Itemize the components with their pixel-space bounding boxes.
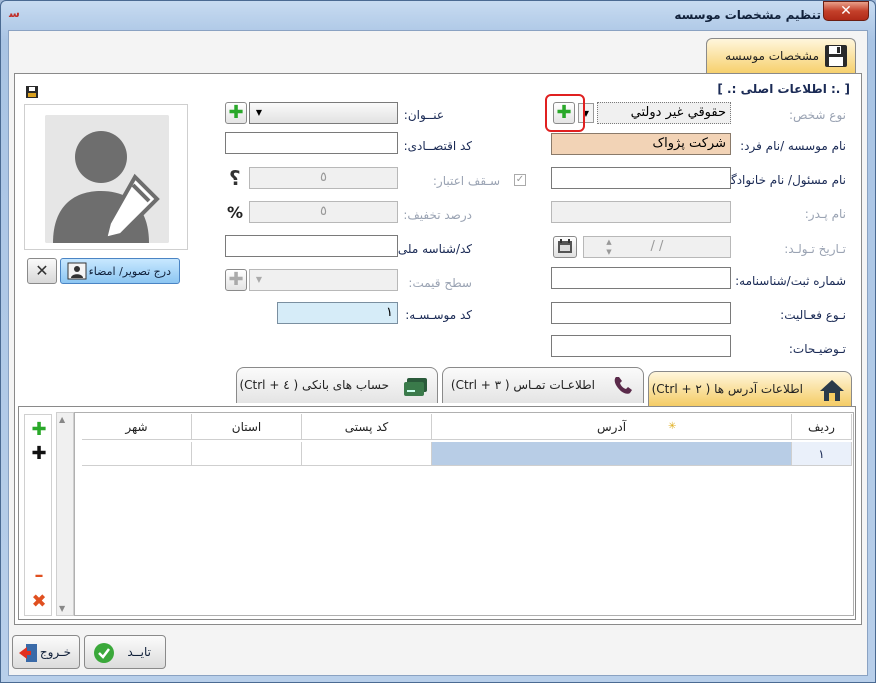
- required-marker-icon: ✳: [668, 421, 677, 432]
- grid-cell-row-number[interactable]: ١: [792, 442, 852, 466]
- price-level-select[interactable]: [249, 269, 398, 291]
- national-id-input[interactable]: [225, 235, 398, 257]
- credit-ceiling-input[interactable]: ٥: [249, 167, 398, 189]
- highlight-marker: [545, 94, 585, 132]
- add-price-level-button[interactable]: ✚: [225, 269, 247, 291]
- image-frame-icon: [67, 262, 87, 280]
- scroll-up-icon[interactable]: ▲: [59, 415, 65, 424]
- user-edit-icon: [45, 115, 169, 243]
- description-label: تـوضیـحات:: [788, 342, 846, 356]
- tab-bank-accounts[interactable]: حساب های بانکی ( ٤ + Ctrl): [236, 367, 438, 403]
- insert-image-label: درج تصویر/ امضاء: [88, 265, 171, 278]
- person-type-label: نوع شخص:: [788, 108, 846, 122]
- scroll-down-icon[interactable]: ▼: [59, 604, 65, 613]
- father-name-input[interactable]: [551, 201, 731, 223]
- title-label: عنــوان:: [403, 108, 444, 122]
- father-name-label: نام پـدر:: [804, 207, 846, 221]
- tab-contacts-label: اطلاعـات تمـاس ( ٣ + Ctrl): [450, 378, 595, 392]
- calendar-button[interactable]: [553, 236, 577, 258]
- company-name-label: نام موسسه /نام فرد:: [740, 139, 846, 153]
- calendar-icon: [558, 239, 572, 253]
- column-header-row-number[interactable]: ردیف: [792, 414, 852, 440]
- help-question-icon[interactable]: ؟: [229, 166, 241, 190]
- remove-row-icon[interactable]: –: [25, 565, 53, 587]
- home-icon: [820, 380, 844, 401]
- credit-ceiling-checkbox[interactable]: ✓: [514, 174, 526, 186]
- percent-icon: %: [227, 203, 244, 222]
- section-title: [ .: اطلاعات اصلی :. ]: [717, 82, 850, 96]
- tab-company-details[interactable]: مشخصات موسسه: [706, 38, 856, 74]
- economic-code-input[interactable]: [225, 132, 398, 154]
- registration-input[interactable]: [551, 267, 731, 289]
- save-disk-icon: [825, 45, 847, 67]
- price-level-dropdown-arrow[interactable]: ▼: [251, 270, 267, 290]
- discount-label: درصد تخفیف:: [403, 208, 472, 222]
- exit-button[interactable]: خـروج: [12, 635, 80, 669]
- grid-cell-province[interactable]: [192, 442, 302, 466]
- add-title-button[interactable]: ✚: [225, 102, 247, 124]
- title-dropdown-arrow[interactable]: ▼: [251, 103, 267, 123]
- insert-image-button[interactable]: درج تصویر/ امضاء: [60, 258, 180, 284]
- confirm-button[interactable]: تایــد: [84, 635, 166, 669]
- app-logo-icon: ﺳ: [9, 7, 20, 20]
- registration-label: شماره ثبت/شناسنامه:: [735, 274, 846, 288]
- company-name-input[interactable]: شرکت پژواک: [551, 133, 731, 155]
- company-code-input[interactable]: ١: [277, 302, 398, 324]
- activity-type-input[interactable]: [551, 302, 731, 324]
- credit-card-icon: [404, 378, 427, 396]
- check-circle-icon: [94, 643, 114, 663]
- responsible-input[interactable]: [551, 167, 731, 189]
- close-button[interactable]: ✕: [823, 1, 869, 21]
- column-header-postal-code[interactable]: کد پستی: [302, 414, 432, 440]
- national-id-label: کد/شناسه ملی:: [393, 242, 472, 256]
- remove-image-button[interactable]: ✕: [27, 258, 57, 284]
- add-row-icon[interactable]: ✚: [25, 419, 53, 441]
- exit-button-label: خـروج: [39, 645, 71, 659]
- window-title: تنظیم مشخصات موسسه: [674, 8, 821, 22]
- tab-addresses-label: اطلاعات آدرس ها ( ٢ + Ctrl): [651, 382, 803, 396]
- grid-side-toolbar: ✚ ✚ – ✖: [24, 414, 52, 616]
- column-header-city[interactable]: شهر: [82, 414, 192, 440]
- phone-icon: [614, 377, 632, 394]
- column-header-province[interactable]: استان: [192, 414, 302, 440]
- grid-cell-address[interactable]: [432, 442, 792, 466]
- delete-row-icon[interactable]: ✖: [25, 591, 53, 613]
- exit-door-icon: [19, 644, 37, 662]
- grid-cell-postal-code[interactable]: [302, 442, 432, 466]
- avatar-frame: [24, 104, 188, 250]
- economic-code-label: کد اقتصــادی:: [403, 139, 472, 153]
- title-select[interactable]: [249, 102, 398, 124]
- column-header-address-label: آدرس: [596, 420, 627, 434]
- confirm-button-label: تایــد: [127, 645, 151, 659]
- small-save-icon[interactable]: [26, 86, 38, 98]
- grid-cell-city[interactable]: [82, 442, 192, 466]
- title-bar[interactable]: ﺳ تنظیم مشخصات موسسه ✕: [1, 1, 875, 31]
- insert-row-icon[interactable]: ✚: [25, 443, 53, 465]
- tab-company-details-label: مشخصات موسسه: [725, 49, 819, 63]
- credit-ceiling-label: سـقف اعتبار:: [432, 174, 500, 188]
- column-header-address[interactable]: آدرس ✳: [432, 414, 792, 440]
- tab-contacts[interactable]: اطلاعـات تمـاس ( ٣ + Ctrl): [442, 367, 644, 403]
- tab-bank-accounts-label: حساب های بانکی ( ٤ + Ctrl): [239, 378, 389, 392]
- responsible-label: نام مسئول/ نام خانوادگی:: [716, 173, 846, 187]
- tab-addresses[interactable]: اطلاعات آدرس ها ( ٢ + Ctrl): [648, 371, 852, 407]
- discount-input[interactable]: ٥: [249, 201, 398, 223]
- price-level-label: سطح قیمت:: [408, 276, 472, 290]
- grid-vertical-scrollbar[interactable]: ▲ ▼: [56, 412, 74, 616]
- birth-date-label: تـاریخ تـولـد:: [784, 242, 846, 256]
- company-code-label: کد موسـسـه:: [405, 308, 472, 322]
- person-type-select[interactable]: حقوقي غير دولتي: [597, 102, 731, 124]
- activity-type-label: نـوع فعـالیت:: [780, 308, 846, 322]
- birth-date-spinner[interactable]: ▲ ▼: [601, 237, 617, 257]
- description-input[interactable]: [551, 335, 731, 357]
